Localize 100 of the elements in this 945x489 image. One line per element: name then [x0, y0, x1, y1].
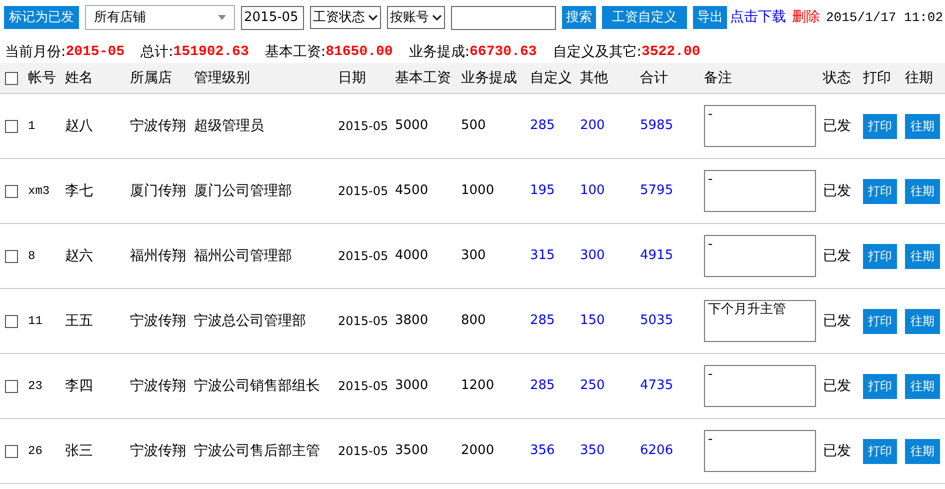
- checkbox[interactable]: [5, 380, 18, 392]
- print-button[interactable]: 打印: [863, 308, 897, 334]
- table-cell-text: 4000: [395, 247, 430, 266]
- checkbox[interactable]: [5, 184, 18, 198]
- status-text: 已发: [823, 246, 852, 266]
- table-cell-text: 李七: [65, 182, 94, 200]
- table-cell-text: 厦门传翔: [130, 182, 187, 200]
- table-cell-text: 李四: [65, 376, 94, 396]
- history-button[interactable]: 往期: [905, 244, 940, 268]
- checkbox[interactable]: [5, 250, 18, 262]
- note-field[interactable]: -: [704, 365, 816, 407]
- month-field[interactable]: 2015-05: [241, 6, 304, 30]
- status-text: 已发: [823, 312, 852, 330]
- summary-label: 业务提成:: [408, 43, 470, 62]
- history-button[interactable]: 往期: [905, 178, 940, 204]
- table-cell-text: 4500: [395, 182, 430, 200]
- column-header: 自定义: [530, 68, 573, 88]
- history-button[interactable]: 往期: [905, 114, 940, 138]
- table-cell-text: 5985: [640, 117, 674, 136]
- table-cell-text: 3500: [395, 442, 430, 460]
- table-cell-text: 宁波传翔: [130, 442, 187, 460]
- table-cell-text: 500: [461, 117, 487, 136]
- search-field[interactable]: [451, 6, 556, 30]
- table-cell-text: 285: [530, 377, 556, 396]
- summary-value: 151902.63: [173, 43, 249, 62]
- column-header: 管理级别: [194, 68, 251, 88]
- table-cell-text: 6206: [640, 442, 674, 460]
- summary-value: 81650.00: [326, 43, 393, 62]
- checkbox[interactable]: [5, 120, 18, 132]
- print-button[interactable]: 打印: [863, 244, 897, 268]
- summary-value: 2015-05: [66, 43, 125, 62]
- table-cell-text: 宁波总公司管理部: [194, 312, 307, 330]
- table-cell-text: 2015-05: [338, 183, 390, 200]
- table-cell-text: 3800: [395, 312, 430, 330]
- mark-paid-button[interactable]: 标记为已发: [4, 6, 79, 29]
- table-cell-text: 3000: [395, 377, 430, 396]
- history-button[interactable]: 往期: [905, 438, 940, 464]
- toolbar-button[interactable]: 搜索: [562, 6, 596, 29]
- caret-icon: [432, 14, 442, 21]
- table-cell-text: 宁波传翔: [130, 116, 187, 136]
- summary-value: 3522.00: [641, 43, 700, 62]
- table-cell-text: 福州公司管理部: [194, 246, 293, 266]
- download-link[interactable]: 点击下载: [730, 7, 786, 28]
- print-button[interactable]: 打印: [863, 114, 897, 138]
- table-cell-text: 宁波传翔: [130, 312, 187, 330]
- print-button[interactable]: 打印: [863, 438, 897, 464]
- history-button[interactable]: 往期: [905, 374, 940, 398]
- sort-select[interactable]: 按账号: [387, 6, 445, 29]
- table-cell-text: 800: [461, 312, 487, 330]
- table-cell-text: 300: [580, 247, 606, 266]
- table-cell-text: 5795: [640, 182, 674, 200]
- table-cell-text: 宁波公司销售部组长: [194, 376, 321, 396]
- table-cell-text: 100: [580, 182, 606, 200]
- print-button[interactable]: 打印: [863, 178, 897, 204]
- caret-icon: [368, 14, 378, 21]
- note-field[interactable]: -: [704, 430, 816, 472]
- table-cell-text: 11: [28, 313, 44, 330]
- table-cell-text: 200: [580, 117, 606, 136]
- table-cell-text: 300: [461, 247, 487, 266]
- status-text: 已发: [823, 182, 852, 200]
- print-button[interactable]: 打印: [863, 374, 897, 398]
- checkbox[interactable]: [5, 314, 18, 328]
- checkbox[interactable]: [5, 444, 18, 458]
- table-cell-text: 2015-05: [338, 443, 390, 460]
- column-header: 帐号: [28, 68, 57, 88]
- note-field[interactable]: -: [704, 170, 816, 212]
- table-cell-text: 1: [28, 118, 36, 135]
- table-cell-text: 26: [28, 443, 44, 460]
- table-cell-text: 厦门公司管理部: [194, 182, 293, 200]
- toolbar-button[interactable]: 工资自定义: [602, 6, 687, 29]
- status-text: 已发: [823, 376, 852, 396]
- table-cell-text: 2015-05: [338, 378, 390, 395]
- history-button[interactable]: 往期: [905, 308, 940, 334]
- checkbox[interactable]: [5, 72, 18, 84]
- table-cell-text: 1200: [461, 377, 496, 396]
- column-header: 往期: [905, 68, 934, 88]
- column-header: 打印: [863, 68, 892, 88]
- summary-label: 总计:: [140, 43, 174, 62]
- toolbar-button[interactable]: 导出: [693, 6, 727, 29]
- table-cell-text: 2015-05: [338, 313, 390, 330]
- delete-link[interactable]: 删除: [792, 7, 820, 28]
- table-cell-text: 5000: [395, 117, 430, 136]
- table-cell-text: 285: [530, 117, 556, 136]
- note-field[interactable]: -: [704, 105, 816, 147]
- table-cell-text: 福州传翔: [130, 246, 187, 266]
- table-cell-text: 250: [580, 377, 606, 396]
- column-header: 其他: [580, 68, 609, 88]
- table-cell-text: 356: [530, 442, 556, 460]
- store-select[interactable]: 所有店铺: [85, 5, 235, 30]
- status-select[interactable]: 工资状态: [310, 6, 381, 29]
- column-header: 备注: [704, 68, 733, 88]
- table-cell-text: 8: [28, 248, 36, 265]
- table-cell-text: 23: [28, 378, 44, 395]
- note-field[interactable]: -: [704, 235, 816, 277]
- column-header: 基本工资: [395, 68, 452, 88]
- summary-label: 当前月份:: [5, 43, 66, 62]
- status-text: 已发: [823, 116, 852, 136]
- caret-icon: [218, 15, 226, 20]
- summary-label: 自定义及其它:: [552, 43, 642, 62]
- note-field[interactable]: 下个月升主管: [704, 300, 816, 342]
